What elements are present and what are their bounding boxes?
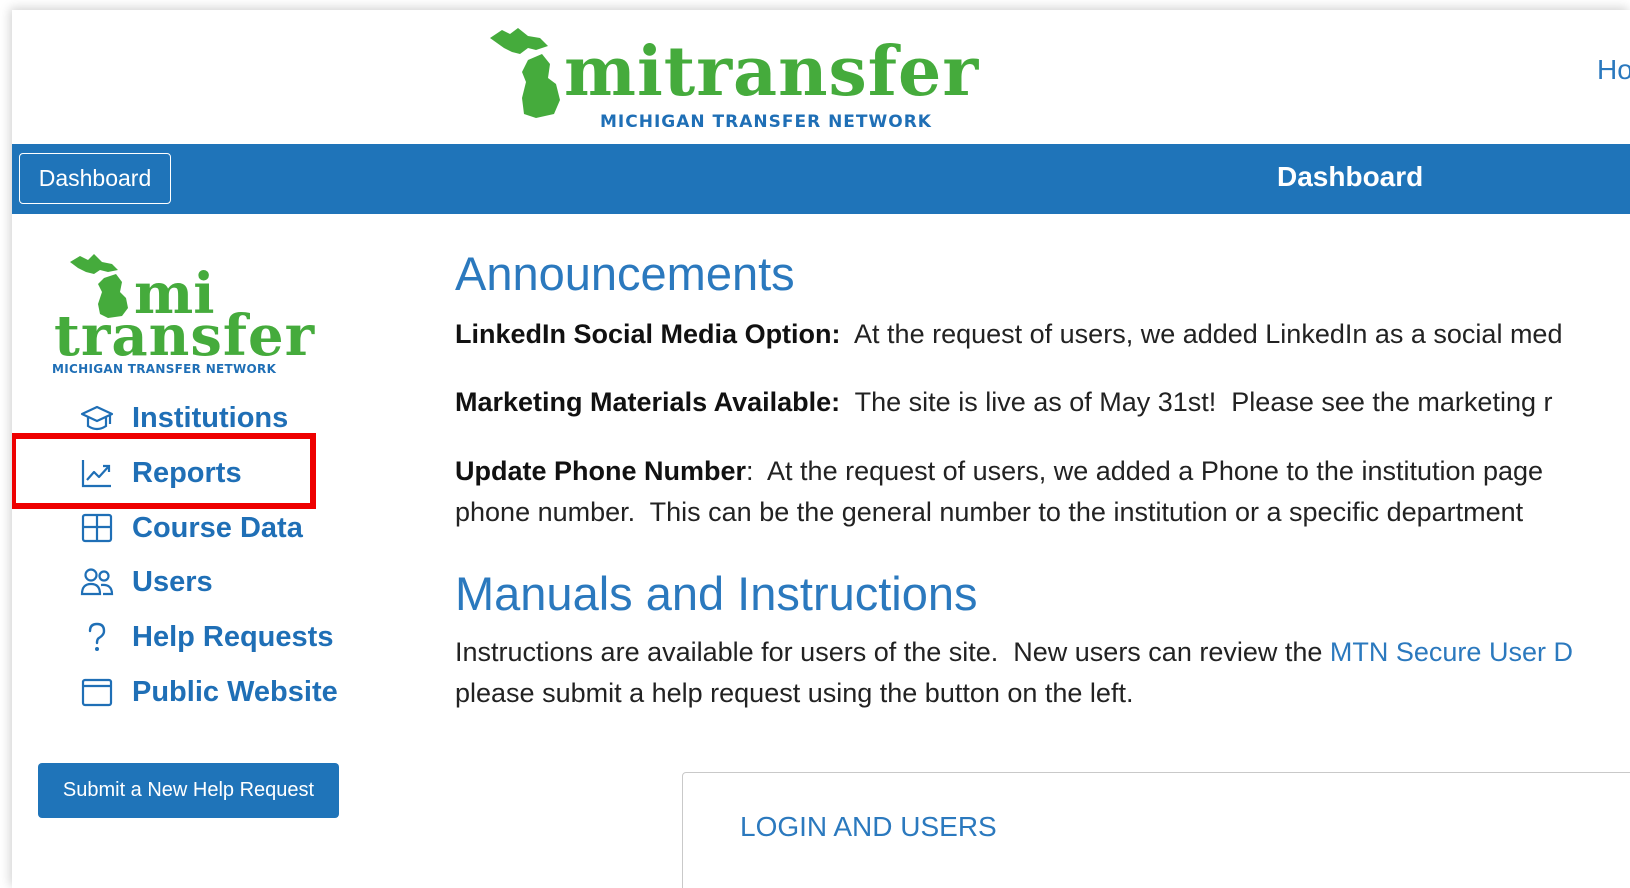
panel-title[interactable]: LOGIN AND USERS (740, 811, 997, 843)
sidebar-item-institutions[interactable]: Institutions (80, 398, 288, 438)
sidebar-item-label: Institutions (132, 401, 289, 434)
sidebar-item-public-website[interactable]: Public Website (80, 672, 338, 712)
top-navbar: Dashboard Dashboard (12, 144, 1630, 214)
home-link[interactable]: Ho (1597, 54, 1630, 86)
sidebar-item-users[interactable]: Users (80, 562, 213, 602)
announcement-text: : At the request of users, we added a Ph… (746, 456, 1544, 486)
announcement-text: At the request of users, we added Linked… (840, 319, 1563, 349)
app-window: mitransfer MICHIGAN TRANSFER NETWORK Ho … (12, 10, 1630, 888)
manuals-paragraph: Instructions are available for users of … (455, 632, 1573, 713)
window-icon (81, 678, 113, 707)
question-icon (88, 622, 106, 651)
users-icon (80, 568, 114, 596)
announcements-heading: Announcements (455, 247, 795, 300)
mitransfer-logo[interactable]: mitransfer MICHIGAN TRANSFER NETWORK (490, 20, 978, 132)
site-header: mitransfer MICHIGAN TRANSFER NETWORK Ho (12, 10, 1630, 143)
reports-highlight-box (12, 433, 316, 509)
dashboard-button[interactable]: Dashboard (19, 153, 171, 204)
sidebar-logo-tagline: MICHIGAN TRANSFER NETWORK (52, 362, 277, 376)
sidebar-item-label: Help Requests (132, 620, 334, 653)
sidebar-item-help-requests[interactable]: Help Requests (80, 617, 333, 657)
announcement-text-line2: phone number. This can be the general nu… (455, 496, 1524, 527)
sidebar-logo[interactable]: mi transfer MICHIGAN TRANSFER NETWORK (52, 250, 322, 376)
sidebar-item-label: Public Website (132, 675, 338, 708)
graduation-cap-icon (80, 405, 114, 431)
manuals-heading: Manuals and Instructions (455, 567, 978, 620)
announcement-title: Update Phone Number (455, 456, 747, 486)
table-icon (81, 513, 113, 543)
announcement-linkedin: LinkedIn Social Media Option: At the req… (455, 314, 1562, 355)
announcement-text: The site is live as of May 31st! Please … (840, 387, 1553, 417)
login-and-users-panel: LOGIN AND USERS (682, 772, 1630, 888)
logo-tagline: MICHIGAN TRANSFER NETWORK (600, 112, 932, 132)
announcement-title: LinkedIn Social Media Option: (455, 319, 841, 349)
navbar-title: Dashboard (1277, 161, 1424, 192)
user-guide-link[interactable]: MTN Secure User D (1330, 637, 1573, 667)
announcement-marketing: Marketing Materials Available: The site … (455, 382, 1552, 423)
announcement-phone: Update Phone Number: At the request of u… (455, 451, 1543, 532)
manuals-text-line2: please submit a help request using the b… (455, 677, 1134, 708)
sidebar-item-course-data[interactable]: Course Data (80, 508, 303, 548)
submit-help-request-button[interactable]: Submit a New Help Request (38, 763, 339, 818)
sidebar-logo-transfer: transfer (54, 303, 316, 369)
sidebar-item-label: Course Data (132, 511, 303, 544)
sidebar-item-label: Users (132, 565, 213, 598)
logo-wordmark: mitransfer (564, 32, 980, 112)
announcement-title: Marketing Materials Available: (455, 387, 841, 417)
manuals-text: Instructions are available for users of … (455, 637, 1330, 667)
